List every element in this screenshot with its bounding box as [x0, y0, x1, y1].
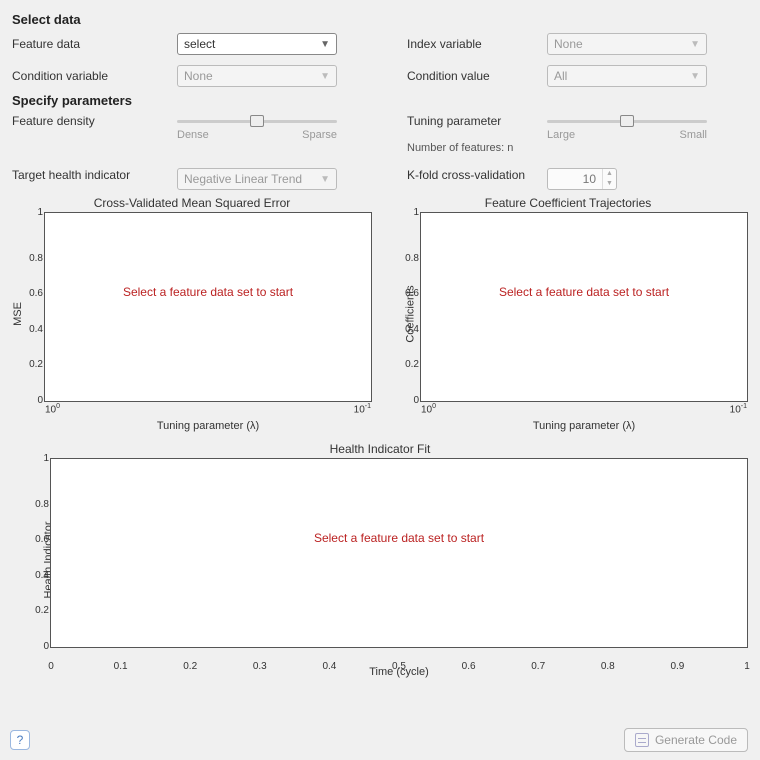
section-header-select-data: Select data: [12, 12, 748, 27]
section-header-specify-params: Specify parameters: [12, 93, 748, 108]
dropdown-condition-variable-value: None: [184, 69, 213, 83]
chart-coef: Feature Coefficient Trajectories Coeffic…: [388, 196, 748, 432]
label-target-health: Target health indicator: [12, 168, 177, 182]
generate-code-label: Generate Code: [655, 733, 737, 747]
dropdown-target-health[interactable]: Negative Linear Trend ▼: [177, 168, 337, 190]
chevron-down-icon: ▼: [690, 39, 700, 50]
slider-label-small: Small: [679, 129, 707, 141]
dropdown-index-variable-value: None: [554, 37, 583, 51]
dropdown-condition-value-value: All: [554, 69, 567, 83]
slider-thumb-icon[interactable]: [620, 115, 634, 127]
chart-mse-title: Cross-Validated Mean Squared Error: [12, 196, 372, 210]
generate-code-button[interactable]: Generate Code: [624, 728, 748, 752]
chevron-down-icon: ▼: [320, 174, 330, 185]
slider-thumb-icon[interactable]: [250, 115, 264, 127]
slider-label-sparse: Sparse: [302, 129, 337, 141]
dropdown-index-variable[interactable]: None ▼: [547, 33, 707, 55]
label-condition-variable: Condition variable: [12, 69, 177, 83]
spinner-kfold[interactable]: 10 ▲ ▼: [547, 168, 617, 190]
label-num-features: Number of features: n: [407, 142, 547, 154]
label-condition-value: Condition value: [407, 69, 547, 83]
dropdown-feature-data[interactable]: select ▼: [177, 33, 337, 55]
chevron-down-icon: ▼: [320, 71, 330, 82]
y-ticks-coef: 00.20.40.60.81: [393, 213, 419, 401]
axis-x-label-mse: Tuning parameter (λ): [44, 420, 372, 432]
dropdown-feature-data-value: select: [184, 37, 215, 51]
chart-fit: Health Indicator Fit Health Indicator 00…: [12, 442, 748, 678]
chevron-down-icon: ▼: [690, 71, 700, 82]
label-feature-density: Feature density: [12, 114, 177, 128]
chevron-down-icon: ▼: [320, 39, 330, 50]
placeholder-coef: Select a feature data set to start: [499, 285, 669, 299]
chart-mse: Cross-Validated Mean Squared Error MSE 0…: [12, 196, 372, 432]
code-icon: [635, 733, 649, 747]
label-feature-data: Feature data: [12, 37, 177, 51]
dropdown-condition-variable[interactable]: None ▼: [177, 65, 337, 87]
x-ticks-mse: 100 10-1: [45, 403, 371, 415]
dropdown-target-health-value: Negative Linear Trend: [184, 172, 302, 186]
chart-fit-title: Health Indicator Fit: [12, 442, 748, 456]
slider-label-dense: Dense: [177, 129, 209, 141]
slider-label-large: Large: [547, 129, 575, 141]
placeholder-mse: Select a feature data set to start: [123, 285, 293, 299]
label-kfold: K-fold cross-validation: [407, 168, 547, 182]
help-icon: ?: [17, 733, 24, 747]
chevron-up-icon[interactable]: ▲: [603, 169, 616, 179]
label-index-variable: Index variable: [407, 37, 547, 51]
chart-coef-title: Feature Coefficient Trajectories: [388, 196, 748, 210]
y-ticks-fit: 00.20.40.60.81: [23, 459, 49, 647]
help-button[interactable]: ?: [10, 730, 30, 750]
chevron-down-icon[interactable]: ▼: [603, 179, 616, 189]
dropdown-condition-value[interactable]: All ▼: [547, 65, 707, 87]
placeholder-fit: Select a feature data set to start: [314, 531, 484, 545]
slider-feature-density[interactable]: [177, 114, 337, 128]
spinner-kfold-value: 10: [548, 172, 602, 186]
y-ticks-mse: 00.20.40.60.81: [17, 213, 43, 401]
x-ticks-coef: 100 10-1: [421, 403, 747, 415]
label-tuning-parameter: Tuning parameter: [407, 114, 547, 128]
axis-x-label-coef: Tuning parameter (λ): [420, 420, 748, 432]
slider-tuning-parameter[interactable]: [547, 114, 707, 128]
